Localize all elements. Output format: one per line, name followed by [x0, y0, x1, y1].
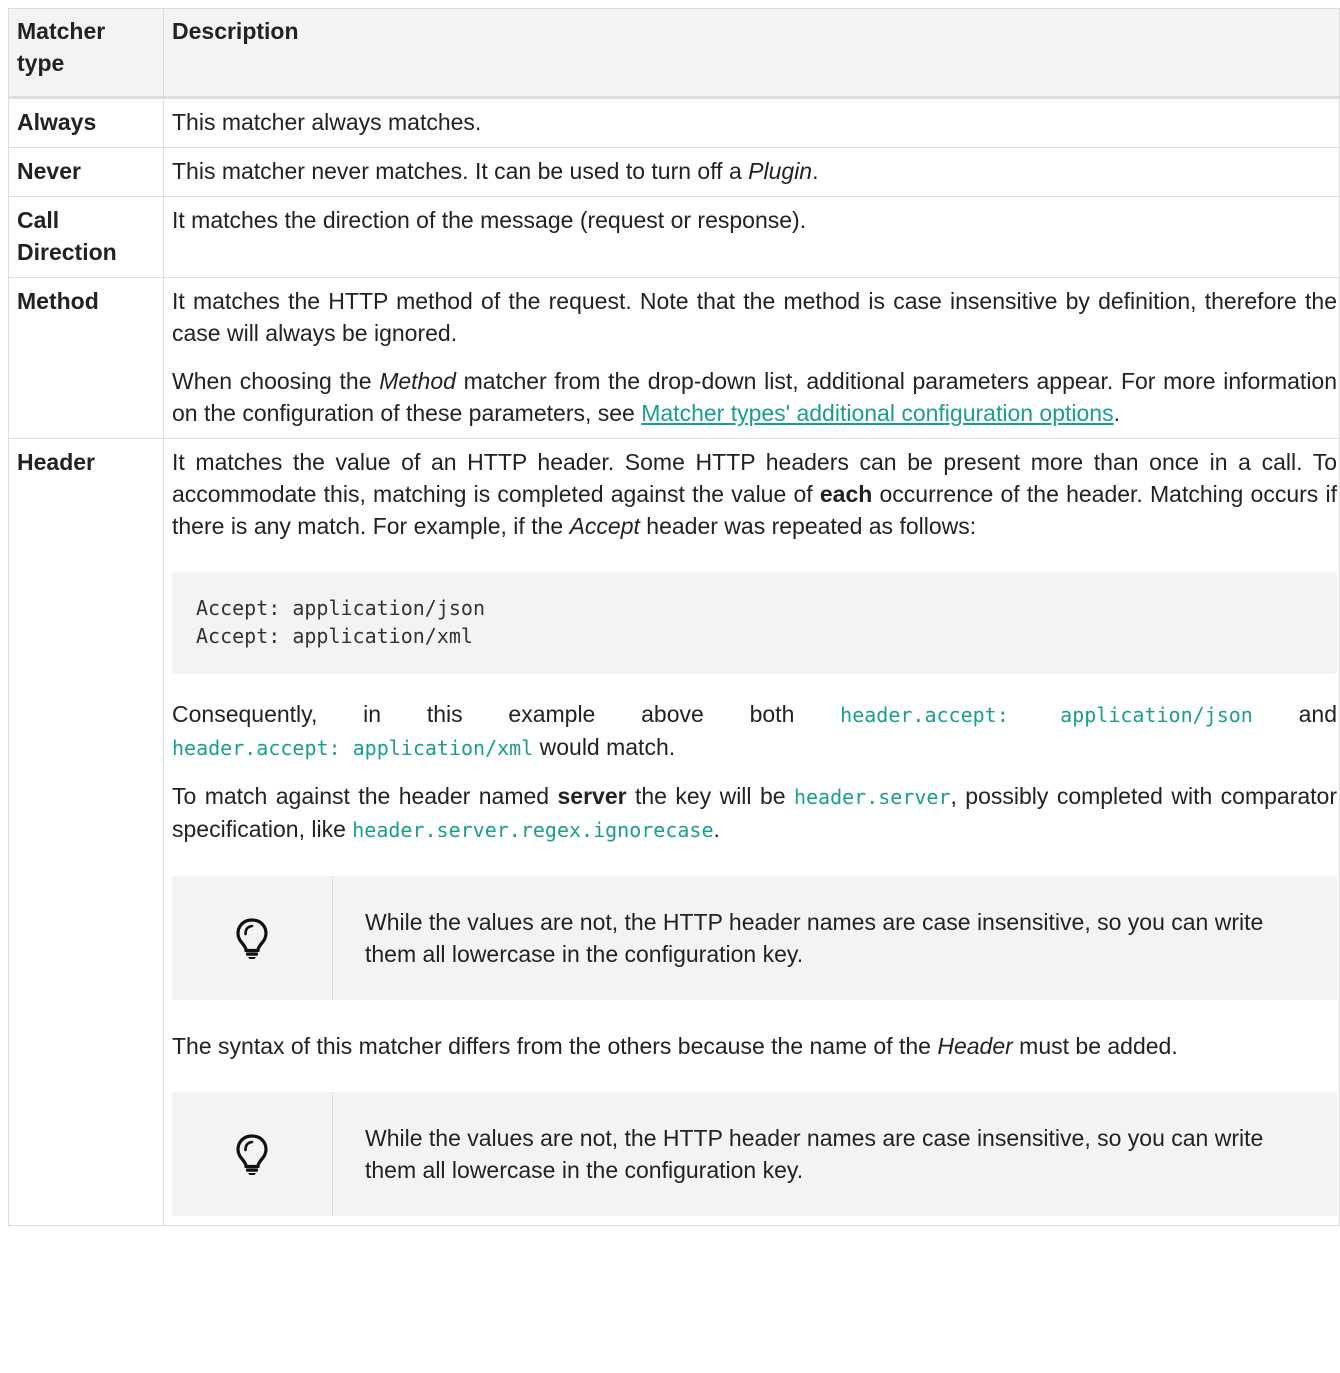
description-cell: It matches the value of an HTTP header. … [163, 438, 1340, 1226]
table-row: Call Direction It matches the direction … [8, 196, 1340, 278]
lightbulb-icon [172, 876, 333, 1000]
matcher-type-cell: Call Direction [8, 196, 164, 278]
code-block: Accept: application/json Accept: applica… [172, 572, 1337, 674]
description-cell: It matches the direction of the message … [163, 196, 1340, 278]
header-description: Description [163, 8, 1340, 98]
header-paragraph: It matches the value of an HTTP header. … [172, 449, 1338, 539]
matcher-type-cell: Method [8, 277, 164, 439]
method-options-paragraph: When choosing the Method matcher from th… [172, 368, 1338, 426]
tip-text: While the values are not, the HTTP heade… [365, 909, 1264, 967]
description-cell: It matches the HTTP method of the reques… [163, 277, 1340, 439]
matcher-type-cell: Never [8, 147, 164, 197]
table-row: Never This matcher never matches. It can… [8, 147, 1340, 197]
header-matcher-type: Matcher type [8, 8, 164, 98]
matcher-types-table: Matcher type Description Always This mat… [8, 8, 1340, 1226]
inline-code: header.accept: application/json [840, 703, 1253, 727]
matcher-type-cell: Header [8, 438, 164, 1226]
inline-code: header.server [793, 785, 951, 809]
inline-code: header.accept: application/xml [172, 736, 534, 760]
tip-box: While the values are not, the HTTP heade… [172, 1092, 1337, 1216]
tip-box: While the values are not, the HTTP heade… [172, 876, 1337, 1000]
matcher-options-link[interactable]: Matcher types' additional configuration … [641, 400, 1113, 426]
code-line: Accept: application/xml [196, 624, 473, 648]
table-row: Always This matcher always matches. [8, 97, 1340, 148]
syntax-paragraph: The syntax of this matcher differs from … [172, 1033, 1178, 1059]
table-row: Header It matches the value of an HTTP h… [8, 438, 1340, 1226]
code-line: Accept: application/json [196, 596, 485, 620]
inline-code: header.server.regex.ignorecase [352, 818, 714, 842]
matcher-type-cell: Always [8, 97, 164, 148]
server-key-paragraph: To match against the header named server… [172, 783, 1337, 842]
method-paragraph: It matches the HTTP method of the reques… [172, 288, 1337, 346]
lightbulb-icon [172, 1092, 333, 1216]
description-cell: This matcher never matches. It can be us… [163, 147, 1340, 197]
description-cell: This matcher always matches. [163, 97, 1340, 148]
example-paragraph: Consequently, in this example above both… [172, 701, 1338, 760]
table-header-row: Matcher type Description [8, 8, 1340, 98]
tip-text: While the values are not, the HTTP heade… [365, 1125, 1264, 1183]
table-row: Method It matches the HTTP method of the… [8, 277, 1340, 439]
